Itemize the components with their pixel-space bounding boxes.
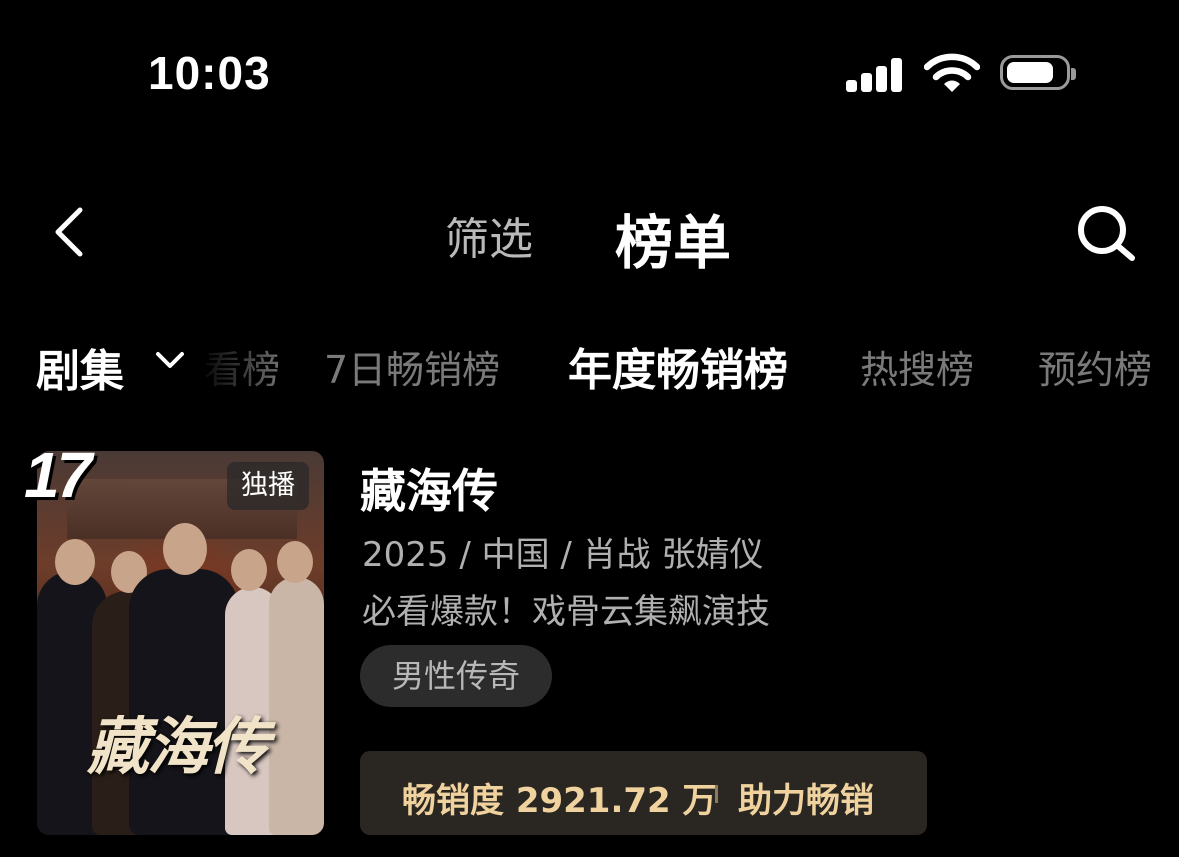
search-icon[interactable] (1074, 204, 1140, 262)
item-title[interactable]: 藏海传 (360, 455, 498, 521)
cellular-signal-icon (846, 58, 904, 92)
item-description: 必看爆款！戏骨云集飙演技 (362, 592, 770, 632)
sales-score: 畅销度 2921.72 万 (402, 781, 717, 821)
status-time: 10:03 (148, 47, 271, 99)
poster-title-calligraphy: 藏海传 (87, 710, 269, 783)
tab-ranking-7day[interactable]: 7日畅销榜 (324, 339, 500, 394)
battery-icon (1000, 55, 1076, 90)
wifi-icon (924, 53, 980, 92)
help-sales-button[interactable]: 助力畅销 (738, 773, 874, 822)
category-dropdown[interactable]: 剧集 (36, 335, 124, 399)
rank-number: 17 (24, 439, 92, 511)
tabs-fade-overlay (196, 330, 286, 390)
sales-boost-bar[interactable]: 畅销度 2921.72 万 助力畅销 (360, 751, 927, 835)
tab-filter[interactable]: 筛选 (445, 203, 533, 267)
chevron-down-icon[interactable] (152, 346, 188, 372)
sales-separator (715, 785, 718, 803)
tab-ranking-hot-search[interactable]: 热搜榜 (860, 339, 974, 394)
tab-rankings[interactable]: 榜单 (615, 196, 731, 280)
item-meta: 2025 / 中国 / 肖战 张婧仪 (362, 535, 764, 575)
tab-ranking-reservation[interactable]: 预约榜 (1038, 339, 1152, 394)
exclusive-badge: 独播 (227, 462, 309, 510)
back-chevron-icon[interactable] (50, 204, 90, 260)
tab-ranking-annual[interactable]: 年度畅销榜 (568, 334, 788, 398)
genre-tag[interactable]: 男性传奇 (360, 645, 552, 707)
